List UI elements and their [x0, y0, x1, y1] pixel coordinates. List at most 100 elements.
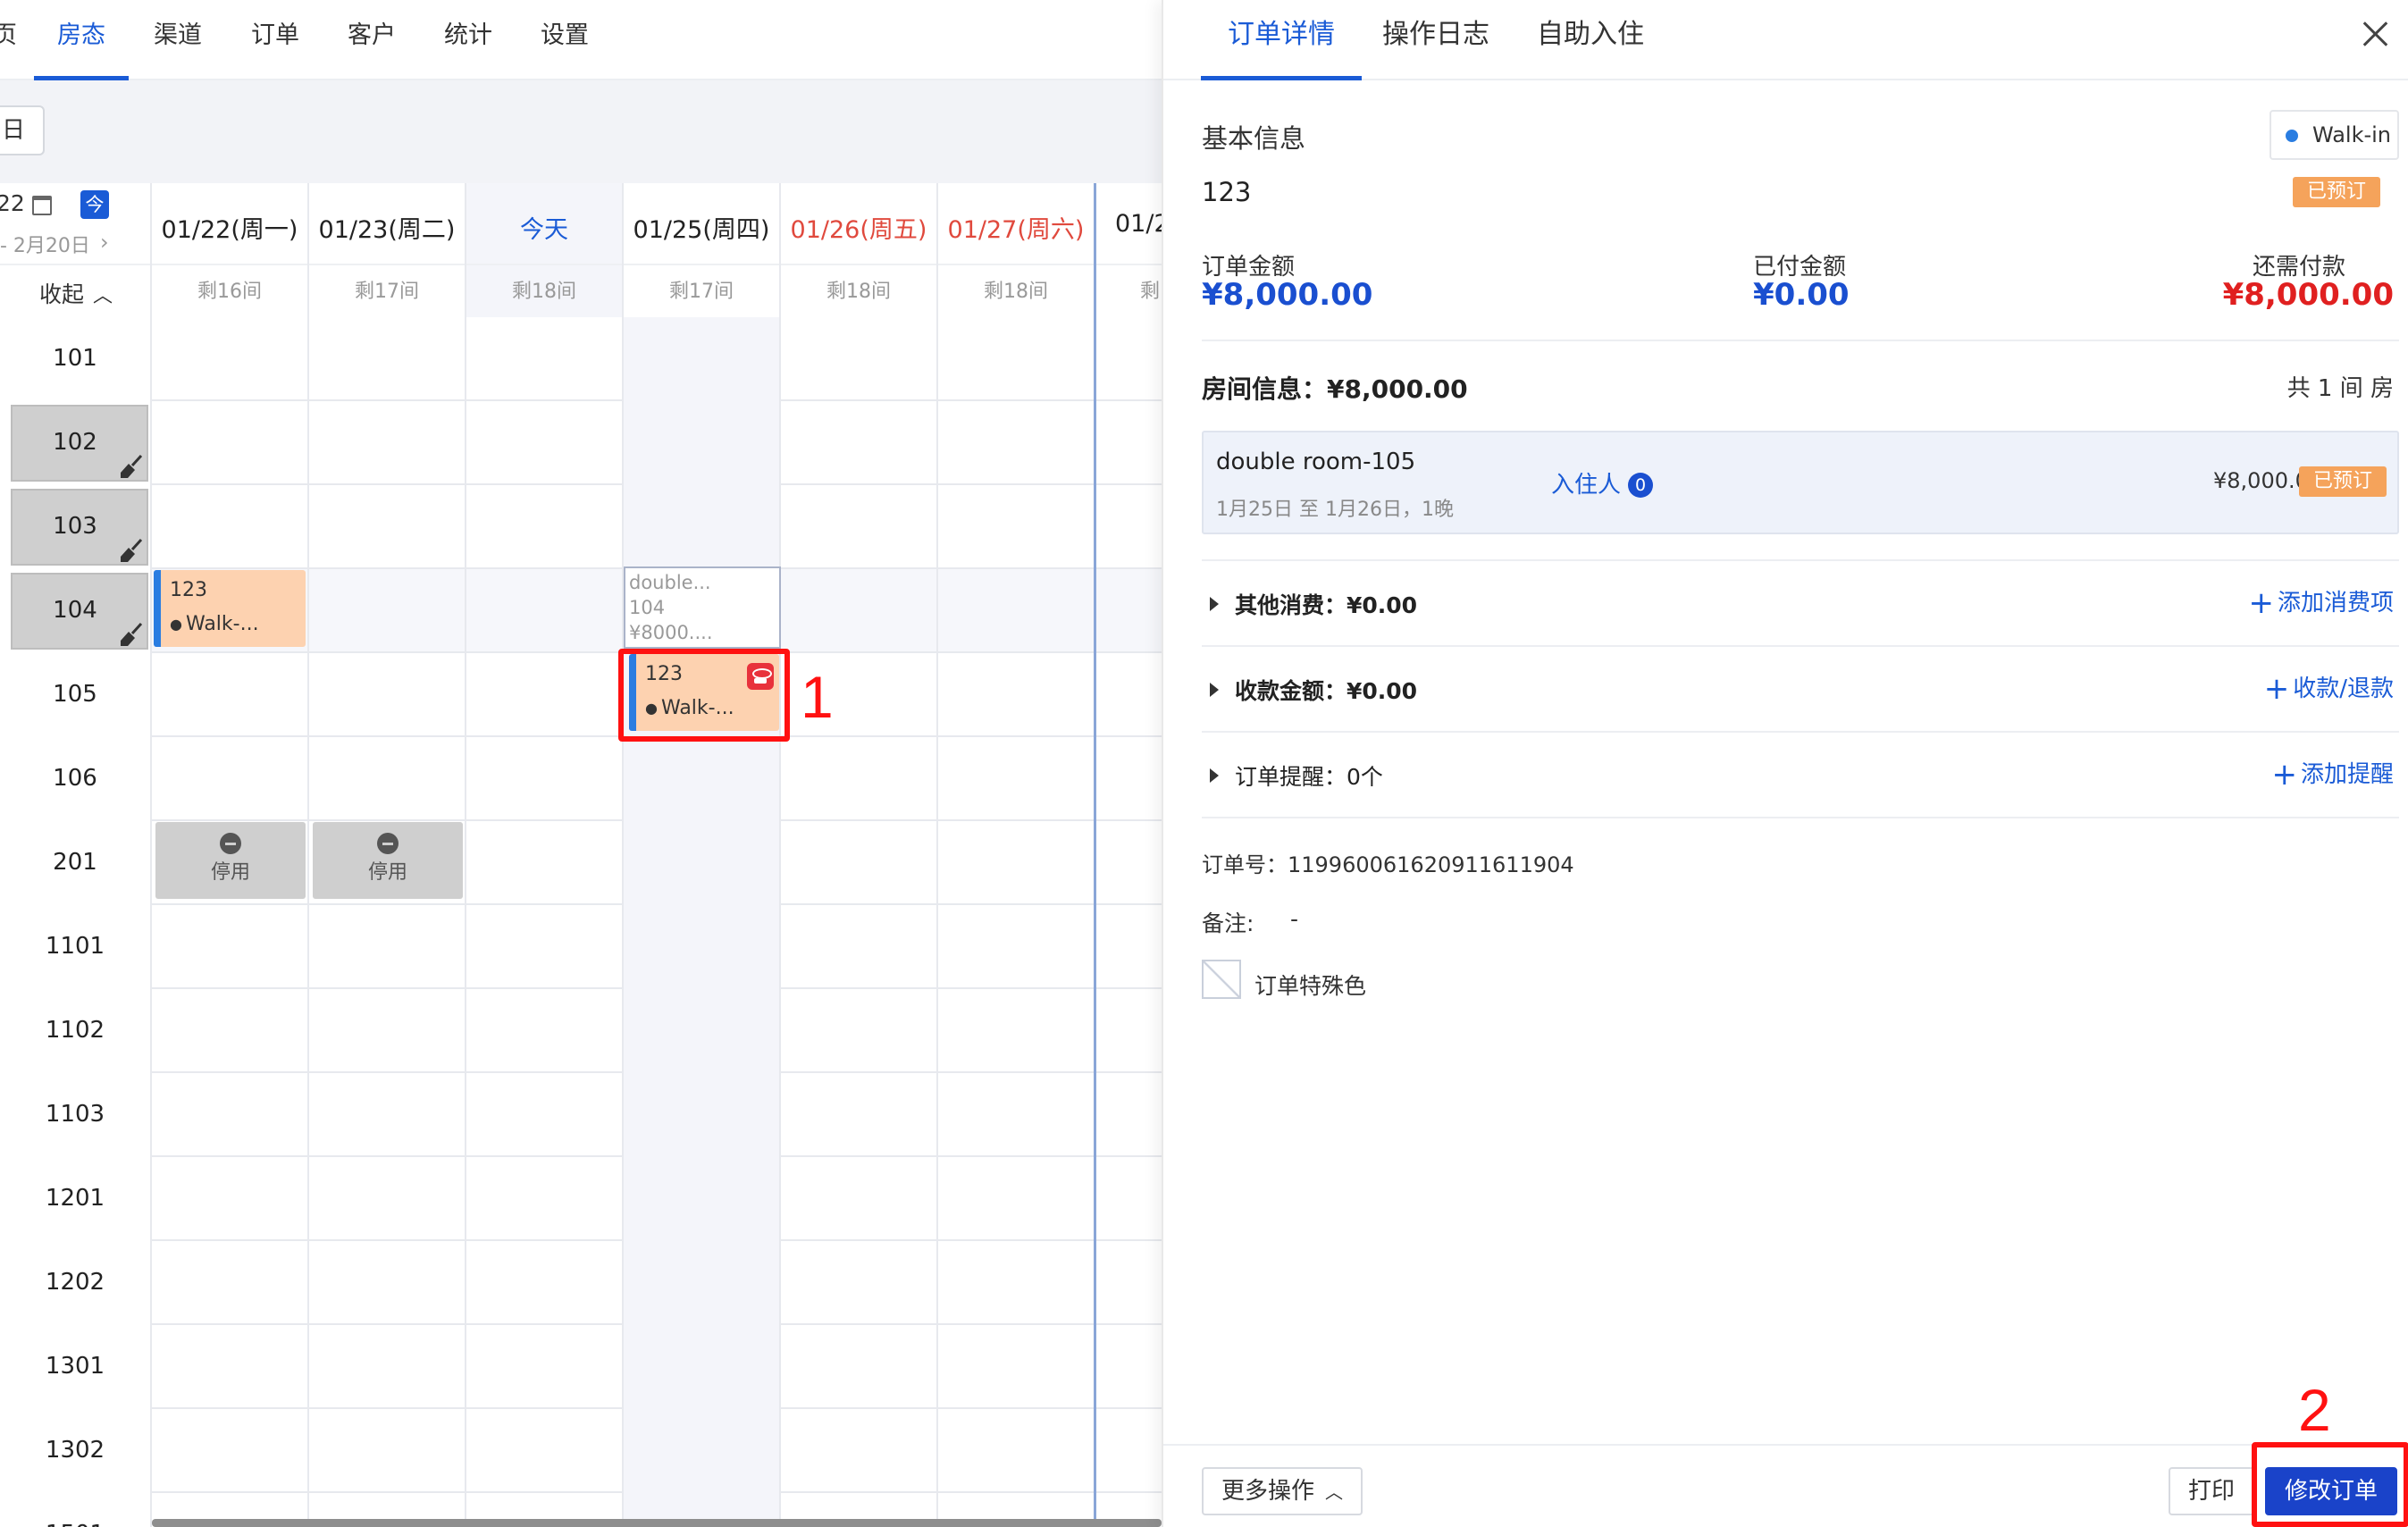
horizontal-scrollbar[interactable]	[152, 1519, 1162, 1527]
day-cell[interactable]	[466, 569, 624, 653]
day-cell[interactable]	[938, 653, 1095, 737]
day-cell[interactable]	[466, 1157, 624, 1241]
day-cell[interactable]	[152, 1073, 309, 1157]
day-cell[interactable]	[152, 485, 309, 569]
day-cell[interactable]	[938, 1157, 1095, 1241]
room-label-cell[interactable]: 1201	[0, 1157, 152, 1241]
day-cell[interactable]	[466, 401, 624, 485]
day-cell[interactable]	[781, 401, 938, 485]
day-cell[interactable]	[152, 905, 309, 989]
disabled-cell-201-0123[interactable]: 停用	[313, 822, 463, 899]
day-cell[interactable]	[152, 1157, 309, 1241]
day-cell[interactable]	[624, 1409, 781, 1493]
day-cell[interactable]	[1095, 401, 1162, 485]
nav-orders[interactable]: 订单	[251, 0, 299, 80]
day-cell[interactable]	[781, 569, 938, 653]
more-actions-button[interactable]: 更多操作 ︿	[1202, 1467, 1363, 1515]
room-label-cell[interactable]: 106	[0, 737, 152, 821]
day-cell[interactable]	[781, 905, 938, 989]
day-cell[interactable]	[781, 1157, 938, 1241]
day-cell[interactable]	[152, 737, 309, 821]
day-cell[interactable]	[466, 1325, 624, 1409]
close-icon[interactable]	[2361, 20, 2389, 48]
tab-operation-log[interactable]: 操作日志	[1382, 0, 1489, 80]
day-cell[interactable]	[1095, 821, 1162, 905]
day-cell[interactable]	[938, 1241, 1095, 1325]
special-color-swatch[interactable]	[1202, 960, 1241, 999]
reminders-toggle[interactable]: 订单提醒：0个	[1210, 759, 1383, 792]
day-cell[interactable]	[1095, 485, 1162, 569]
day-cell[interactable]	[466, 821, 624, 905]
nav-statistics[interactable]: 统计	[444, 0, 492, 80]
day-cell[interactable]	[309, 905, 466, 989]
day-cell[interactable]	[309, 1073, 466, 1157]
day-cell[interactable]	[938, 1409, 1095, 1493]
day-cell[interactable]	[781, 1073, 938, 1157]
day-cell[interactable]	[1095, 317, 1162, 401]
day-cell[interactable]	[1095, 1241, 1162, 1325]
day-cell[interactable]	[938, 989, 1095, 1073]
room-label-cell[interactable]: 103	[0, 485, 152, 569]
start-date[interactable]: 22	[0, 190, 25, 216]
day-cell[interactable]	[152, 1241, 309, 1325]
room-label-cell[interactable]: 101	[0, 317, 152, 401]
room-label-cell[interactable]: 1101	[0, 905, 152, 989]
day-cell[interactable]	[1095, 989, 1162, 1073]
day-cell[interactable]	[1095, 653, 1162, 737]
day-cell[interactable]	[938, 737, 1095, 821]
day-cell[interactable]	[781, 485, 938, 569]
day-cell[interactable]	[624, 317, 781, 401]
day-cell[interactable]	[624, 1073, 781, 1157]
day-cell[interactable]	[1095, 1409, 1162, 1493]
day-cell[interactable]	[309, 1241, 466, 1325]
day-cell[interactable]	[466, 485, 624, 569]
day-view-button[interactable]: 日	[0, 105, 45, 155]
day-cell[interactable]	[781, 989, 938, 1073]
day-cell[interactable]	[624, 737, 781, 821]
booking-block-104[interactable]: 123 ● Walk-...	[154, 570, 306, 647]
room-label-cell[interactable]: 1302	[0, 1409, 152, 1493]
day-cell[interactable]	[624, 1325, 781, 1409]
day-cell[interactable]	[309, 401, 466, 485]
nav-room-status[interactable]: 房态	[34, 0, 129, 80]
day-cell[interactable]	[309, 1325, 466, 1409]
day-cell[interactable]	[152, 401, 309, 485]
payments-toggle[interactable]: 收款金额：¥0.00	[1210, 674, 1417, 706]
calendar-icon[interactable]	[32, 196, 52, 215]
tab-order-detail[interactable]: 订单详情	[1201, 0, 1362, 80]
day-cell[interactable]	[781, 821, 938, 905]
room-label-cell[interactable]: 1103	[0, 1073, 152, 1157]
day-cell[interactable]	[1095, 737, 1162, 821]
today-button[interactable]: 今	[80, 190, 109, 219]
print-button[interactable]: 打印	[2169, 1467, 2254, 1515]
day-cell[interactable]	[309, 989, 466, 1073]
day-cell[interactable]	[466, 317, 624, 401]
add-reminder-link[interactable]: + 添加提醒	[2271, 756, 2394, 793]
day-cell[interactable]	[152, 1409, 309, 1493]
day-cell[interactable]	[938, 905, 1095, 989]
day-cell[interactable]	[152, 653, 309, 737]
day-cell[interactable]	[624, 905, 781, 989]
nav-customers[interactable]: 客户	[348, 0, 396, 80]
booking-preview-104[interactable]: double... 104 ¥8000....	[624, 566, 781, 649]
room-label-cell[interactable]: 201	[0, 821, 152, 905]
payment-refund-link[interactable]: + 收款/退款	[2264, 670, 2394, 707]
day-cell[interactable]	[466, 905, 624, 989]
day-cell[interactable]	[1095, 1073, 1162, 1157]
day-cell[interactable]	[466, 1241, 624, 1325]
day-cell[interactable]	[624, 989, 781, 1073]
room-label-cell[interactable]: 105	[0, 653, 152, 737]
nav-channel[interactable]: 渠道	[154, 0, 202, 80]
day-cell[interactable]	[624, 401, 781, 485]
day-cell[interactable]	[466, 737, 624, 821]
guests-link[interactable]: 入住人 0	[1551, 466, 1654, 499]
other-charges-toggle[interactable]: 其他消费：¥0.00	[1210, 588, 1417, 620]
day-cell[interactable]	[938, 1325, 1095, 1409]
day-cell[interactable]	[1095, 905, 1162, 989]
room-label-cell[interactable]: 1102	[0, 989, 152, 1073]
room-label-cell[interactable]: 1301	[0, 1325, 152, 1409]
day-cell[interactable]	[938, 485, 1095, 569]
disabled-cell-201-0122[interactable]: 停用	[155, 822, 306, 899]
day-cell[interactable]	[309, 653, 466, 737]
day-cell[interactable]	[1095, 1157, 1162, 1241]
